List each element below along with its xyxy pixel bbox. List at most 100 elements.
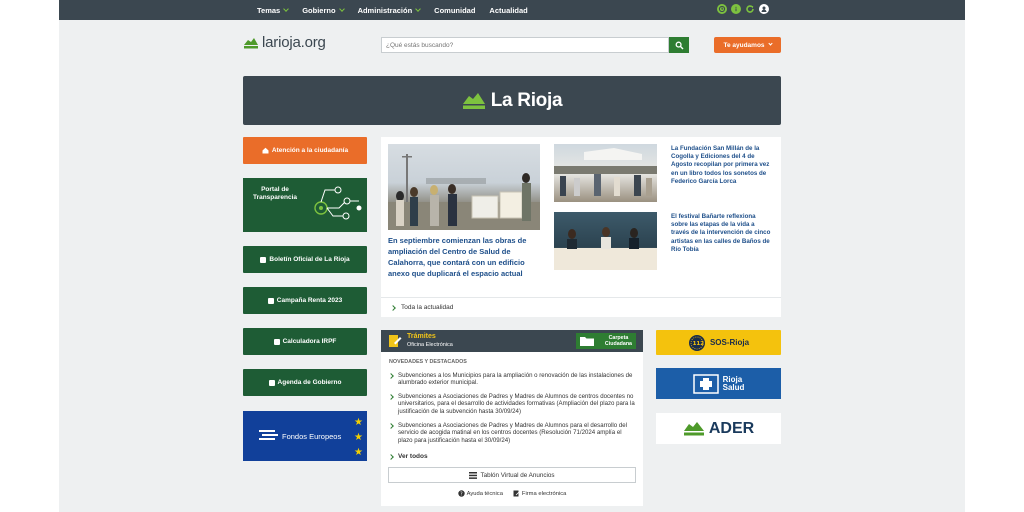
tablon-anuncios-button[interactable]: Tablón Virtual de Anuncios — [388, 467, 636, 483]
chevron-down-icon — [283, 5, 290, 12]
novedad-text: Subvenciones a Asociaciones de Padres y … — [398, 393, 635, 415]
folder-icon — [580, 337, 594, 346]
tramites-subtitle: Oficina Electrónica — [407, 342, 453, 348]
health-cross-icon — [692, 373, 719, 394]
menu-item-actualidad[interactable]: Actualidad — [489, 6, 527, 15]
fondos-europeos-button[interactable]: Fondos Europeos ★ ★ ★ — [243, 411, 367, 461]
transparencia-label: Portal de Transparencia — [252, 186, 298, 201]
menu-item-comunidad[interactable]: Comunidad — [434, 6, 475, 15]
svg-text:112: 112 — [693, 341, 705, 347]
transparencia-button[interactable]: Portal de Transparencia — [243, 178, 367, 232]
clock-icon[interactable] — [717, 4, 727, 14]
eu-stars-icon: ★ ★ ★ — [354, 417, 363, 458]
menu-item-label: Temas — [257, 5, 281, 15]
side-news-photo-2[interactable] — [554, 212, 657, 270]
ver-todos-label: Ver todos — [398, 453, 428, 460]
main-menu: Temas Gobierno Administración Comunidad … — [257, 0, 542, 20]
signature-icon — [513, 490, 520, 497]
ayuda-label: Ayuda técnica — [466, 490, 503, 497]
novedad-text: Subvenciones a los Municipios para la am… — [398, 372, 633, 387]
agenda-gobierno-button[interactable]: Agenda de Gobierno — [243, 369, 367, 396]
chevron-down-icon — [767, 41, 773, 46]
help-label: Te ayudamos — [723, 41, 765, 49]
salud-label-line2: Salud — [722, 382, 745, 392]
campana-renta-button[interactable]: Campaña Renta 2023 — [243, 287, 367, 314]
mountain-logo-icon — [244, 37, 258, 48]
renta-label: Campaña Renta 2023 — [276, 297, 343, 304]
eu-funds-icon — [259, 430, 278, 440]
atencion-label: Atención a la ciudadanía — [271, 147, 349, 154]
side-news-headline-1[interactable]: La Fundación San Millán de la Cogolla y … — [671, 145, 771, 186]
help-button[interactable]: Te ayudamos — [714, 37, 781, 53]
sos-rioja-button[interactable]: 112 SOS-Rioja — [656, 330, 781, 355]
site-logo[interactable]: larioja.org — [243, 34, 326, 51]
novedad-item[interactable]: Subvenciones a Asociaciones de Padres y … — [388, 393, 635, 415]
novedad-item[interactable]: Subvenciones a los Municipios para la am… — [388, 372, 635, 387]
calculadora-irpf-button[interactable]: Calculadora IRPF — [243, 328, 367, 355]
firma-electronica-link[interactable]: Firma electrónica — [513, 490, 566, 497]
menu-item-administracion[interactable]: Administración — [358, 6, 421, 15]
ver-todos-link[interactable]: Ver todos — [388, 453, 428, 460]
carpeta-label: Carpeta Ciudadana — [605, 335, 632, 348]
search-icon — [675, 41, 683, 49]
ayuda-tecnica-link[interactable]: ? Ayuda técnica — [457, 490, 503, 497]
ader-button[interactable]: ADER — [656, 413, 781, 444]
info-icon[interactable] — [731, 4, 741, 14]
chevron-down-icon — [338, 5, 345, 12]
main-news-headline[interactable]: En septiembre comienzan las obras de amp… — [388, 235, 542, 279]
firma-label: Firma electrónica — [521, 490, 567, 497]
refresh-icon[interactable] — [745, 4, 755, 14]
transparency-network-icon — [314, 186, 362, 220]
boletin-label: Boletín Oficial de La Rioja — [269, 256, 350, 263]
rioja-salud-button[interactable]: Rioja Salud — [656, 368, 781, 399]
chevron-down-icon — [415, 5, 421, 12]
news-panel: En septiembre comienzan las obras de amp… — [381, 137, 781, 317]
emergency-112-icon: 112 — [688, 334, 705, 351]
top-icons — [717, 4, 769, 14]
main-news-photo[interactable] — [388, 144, 540, 230]
tramites-panel: Trámites Oficina Electrónica Carpeta Ciud… — [381, 330, 643, 506]
chevron-right-icon — [388, 373, 394, 379]
user-icon[interactable] — [759, 4, 769, 14]
chevron-right-icon — [388, 394, 394, 400]
menu-item-label: Actualidad — [489, 5, 528, 15]
tablon-label: Tablón Virtual de Anuncios — [480, 471, 555, 479]
document-icon — [267, 297, 274, 304]
svg-text:?: ? — [460, 492, 463, 497]
help-circle-icon: ? — [457, 490, 465, 497]
tramites-title: Trámites — [407, 333, 436, 340]
document-edit-icon — [389, 335, 402, 347]
top-navigation: Temas Gobierno Administración Comunidad … — [59, 0, 965, 20]
chevron-right-icon — [388, 454, 394, 460]
all-news-label: Toda la actualidad — [401, 304, 454, 311]
carpeta-label-line2: Ciudadana — [604, 341, 632, 347]
menu-item-gobierno[interactable]: Gobierno — [302, 5, 345, 15]
svg-text:★: ★ — [354, 417, 363, 428]
news-photo-image — [388, 154, 540, 230]
menu-item-temas[interactable]: Temas — [257, 5, 290, 15]
agenda-label: Agenda de Gobierno — [277, 379, 342, 386]
chevron-right-icon — [390, 304, 396, 311]
carpeta-ciudadana-button[interactable]: Carpeta Ciudadana — [576, 333, 636, 349]
boletin-oficial-button[interactable]: Boletín Oficial de La Rioja — [243, 246, 367, 273]
calculator-icon — [273, 338, 280, 345]
menu-item-label: Comunidad — [434, 5, 476, 15]
side-news-photo-1[interactable] — [554, 144, 657, 202]
list-icon — [469, 471, 478, 479]
news-photo-image — [554, 148, 657, 196]
site-brand: larioja.org — [262, 34, 326, 51]
novedad-item[interactable]: Subvenciones a Asociaciones de Padres y … — [388, 422, 635, 444]
chevron-right-icon — [388, 423, 394, 429]
la-rioja-banner: La Rioja — [243, 76, 781, 125]
side-news-headline-2[interactable]: El festival Bañarte reflexiona sobre las… — [671, 213, 771, 254]
tramites-header: Trámites Oficina Electrónica Carpeta Ciud… — [381, 330, 643, 352]
atencion-ciudadania-button[interactable]: Atención a la ciudadanía — [243, 137, 367, 164]
page: Temas Gobierno Administración Comunidad … — [59, 0, 965, 512]
novedades-title: NOVEDADES Y DESTACADOS — [389, 359, 467, 365]
calendar-icon — [268, 379, 275, 386]
search-button[interactable] — [669, 37, 689, 53]
fondos-label: Fondos Europeos — [282, 432, 342, 441]
ader-label: ADER — [708, 419, 755, 437]
all-news-link[interactable]: Toda la actualidad — [381, 297, 781, 317]
search-input[interactable] — [381, 37, 669, 53]
